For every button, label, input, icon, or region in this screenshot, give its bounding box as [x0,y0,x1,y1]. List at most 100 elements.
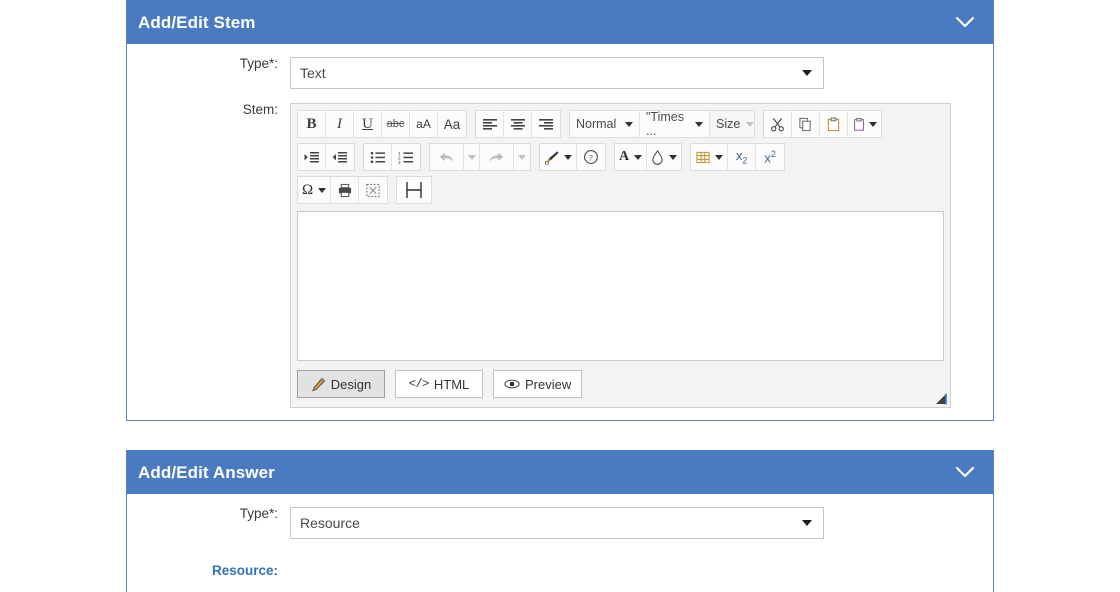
caret-down-icon [625,121,633,127]
paste-icon[interactable] [820,111,848,137]
pencil-icon [311,377,326,391]
rich-text-editor: B I U abc aA Aa Normal "Times ... Size 1… [290,103,951,408]
svg-text:3: 3 [398,160,401,164]
toolbar-group-painter: ? [539,143,606,171]
caret-down-icon [669,154,678,160]
caret-down-icon [564,154,572,160]
underline-icon[interactable]: U [354,111,382,137]
font-color-icon[interactable]: A [615,144,648,170]
caret-down-icon [746,121,755,127]
code-icon: </> [408,377,430,391]
answer-type-select[interactable]: Resource [290,507,824,539]
resize-grip-icon[interactable] [935,392,947,405]
italic-icon[interactable]: I [326,111,354,137]
panel-title: Add/Edit Stem [138,12,256,32]
editor-view-tabs: Design </> HTML Preview [291,361,950,407]
toolbar-group-insert: x2 x2 [690,143,786,171]
copy-icon[interactable] [792,111,820,137]
page-root: Add/Edit Stem Type*: Text Stem: B I U ab… [0,0,1120,592]
editor-content-area[interactable] [297,211,944,361]
special-character-icon[interactable]: Ω [298,177,332,203]
bulleted-list-icon[interactable] [364,144,392,170]
answer-type-select-value: Resource [300,515,360,531]
undo-history-caret-icon[interactable] [464,144,480,170]
superscript-icon[interactable]: x2 [756,144,785,170]
type-select[interactable]: Text [290,57,824,89]
caret-down-icon [318,187,327,193]
panel-title: Add/Edit Answer [138,462,275,482]
redo-history-caret-icon[interactable] [514,144,530,170]
toolbar-row-2: 123 ? A x2 x2 [297,143,944,171]
font-family-select[interactable]: "Times ... [640,110,710,138]
select-all-icon[interactable] [359,177,388,203]
form-row-type-answer: Type*: Resource [127,494,993,539]
form-row-type: Type*: Text [127,44,993,89]
format-painter-icon[interactable] [540,144,577,170]
toolbar-group-font: Normal "Times ... Size [569,110,755,138]
toolbar-group-alignment [475,110,561,138]
tab-preview[interactable]: Preview [493,370,583,398]
strikethrough-icon[interactable]: abc [382,111,410,137]
toolbar-group-history [429,143,531,171]
align-left-icon[interactable] [476,111,504,137]
toolbar-group-pagebreak [396,176,433,204]
insert-table-icon[interactable] [691,144,729,170]
align-right-icon[interactable] [532,111,560,137]
subscript-icon[interactable]: x2 [728,144,757,170]
tab-html-label: HTML [433,376,470,392]
form-row-resource: Resource: [127,539,993,578]
increase-font-size-icon[interactable]: Aa [438,111,466,137]
eye-icon [504,379,520,389]
toolbar-group-lists: 123 [363,143,421,171]
type-label: Type*: [239,56,278,71]
panel-header-answer[interactable]: Add/Edit Answer [127,450,993,494]
tab-design[interactable]: Design [297,370,385,398]
redo-icon[interactable] [480,144,514,170]
indent-icon[interactable] [298,144,326,170]
form-row-stem: Stem: B I U abc aA Aa Normal "Times ... … [127,103,993,408]
toolbar-group-colors: A [614,143,683,171]
highlight-color-icon[interactable] [647,144,682,170]
outdent-icon[interactable] [326,144,354,170]
chevron-down-icon[interactable] [954,11,976,33]
panel-body-stem: Type*: Text Stem: B I U abc aA Aa Normal… [127,44,993,408]
svg-text:?: ? [589,152,593,162]
tab-preview-label: Preview [525,376,572,392]
caret-down-icon [715,154,724,160]
panel-body-answer: Type*: Resource Resource: [127,494,993,578]
triangle-down-icon [802,520,812,526]
toolbar-group-clipboard [763,110,882,138]
page-break-icon[interactable] [397,177,432,203]
bold-icon[interactable]: B [298,111,326,137]
resource-label[interactable]: Resource: [127,564,290,578]
paragraph-format-select[interactable]: Normal [570,111,640,137]
help-icon[interactable]: ? [577,144,605,170]
triangle-down-icon [802,70,812,76]
caret-down-icon [869,121,877,127]
type-label: Type*: [239,506,278,521]
type-select-value: Text [300,65,326,81]
toolbar-row-1: B I U abc aA Aa Normal "Times ... Size [297,110,944,138]
decrease-font-size-icon[interactable]: aA [410,111,438,137]
editor-toolbar: B I U abc aA Aa Normal "Times ... Size 1… [291,104,950,208]
undo-icon[interactable] [430,144,464,170]
caret-down-icon [634,154,643,160]
toolbar-row-3: Ω [297,176,944,204]
chevron-down-icon[interactable] [954,461,976,483]
numbered-list-icon[interactable]: 123 [392,144,420,170]
stem-label: Stem: [242,102,278,117]
print-icon[interactable] [331,177,360,203]
toolbar-group-text-style: B I U abc aA Aa [297,110,467,138]
cut-icon[interactable] [764,111,792,137]
toolbar-group-indent [297,143,355,171]
toolbar-group-misc: Ω [297,176,389,204]
panel-add-edit-answer: Add/Edit Answer Type*: Resource Resource… [126,450,994,592]
panel-header-stem[interactable]: Add/Edit Stem [127,0,993,44]
paste-options-icon[interactable] [848,111,881,137]
align-center-icon[interactable] [504,111,532,137]
tab-design-label: Design [330,376,372,392]
caret-down-icon [695,121,703,127]
panel-add-edit-stem: Add/Edit Stem Type*: Text Stem: B I U ab… [126,0,994,421]
font-size-select: Size [710,111,755,137]
tab-html[interactable]: </> HTML [395,370,483,398]
